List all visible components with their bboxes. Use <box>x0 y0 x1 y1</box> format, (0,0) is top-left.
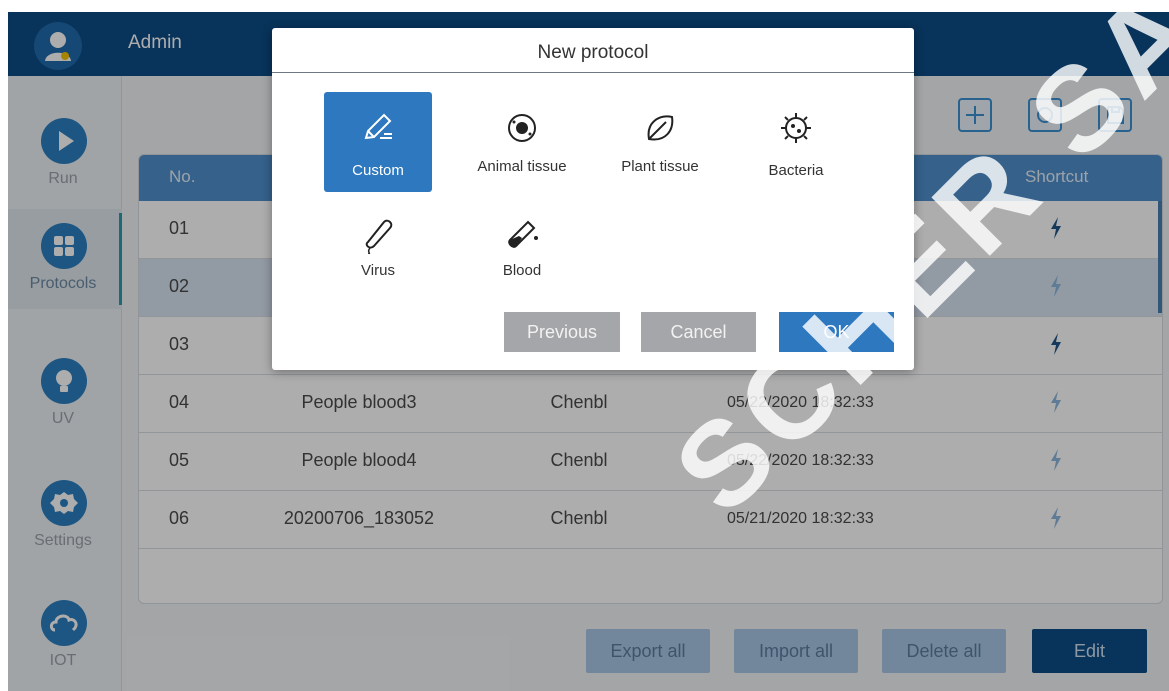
type-option-animal-tissue[interactable]: Animal tissue <box>468 92 576 192</box>
app-screen: Admin Run Protocols UV Settings IOT No. … <box>8 12 1169 691</box>
type-option-label: Animal tissue <box>477 158 567 175</box>
leaf-icon <box>647 115 674 141</box>
type-option-plant-tissue[interactable]: Plant tissue <box>606 92 714 192</box>
type-option-label: Bacteria <box>768 162 824 179</box>
type-option-label: Virus <box>361 262 395 279</box>
type-option-label: Blood <box>502 262 542 279</box>
type-option-bacteria[interactable]: Bacteria <box>742 92 850 192</box>
cell-icon <box>508 114 536 142</box>
type-option-custom[interactable]: Custom <box>324 92 432 192</box>
blood-tube-icon <box>508 220 538 248</box>
virus-icon <box>365 219 393 254</box>
pencil-icon <box>364 113 392 140</box>
cancel-button[interactable]: Cancel <box>641 312 756 352</box>
dialog-divider <box>272 72 914 73</box>
type-option-label: Custom <box>352 162 404 179</box>
previous-button[interactable]: Previous <box>504 312 620 352</box>
type-option-virus[interactable]: Virus <box>324 202 432 302</box>
dialog-title: New protocol <box>537 42 649 63</box>
type-option-blood[interactable]: Blood <box>468 202 576 302</box>
bacteria-icon <box>781 113 811 143</box>
type-option-label: Plant tissue <box>621 158 699 175</box>
